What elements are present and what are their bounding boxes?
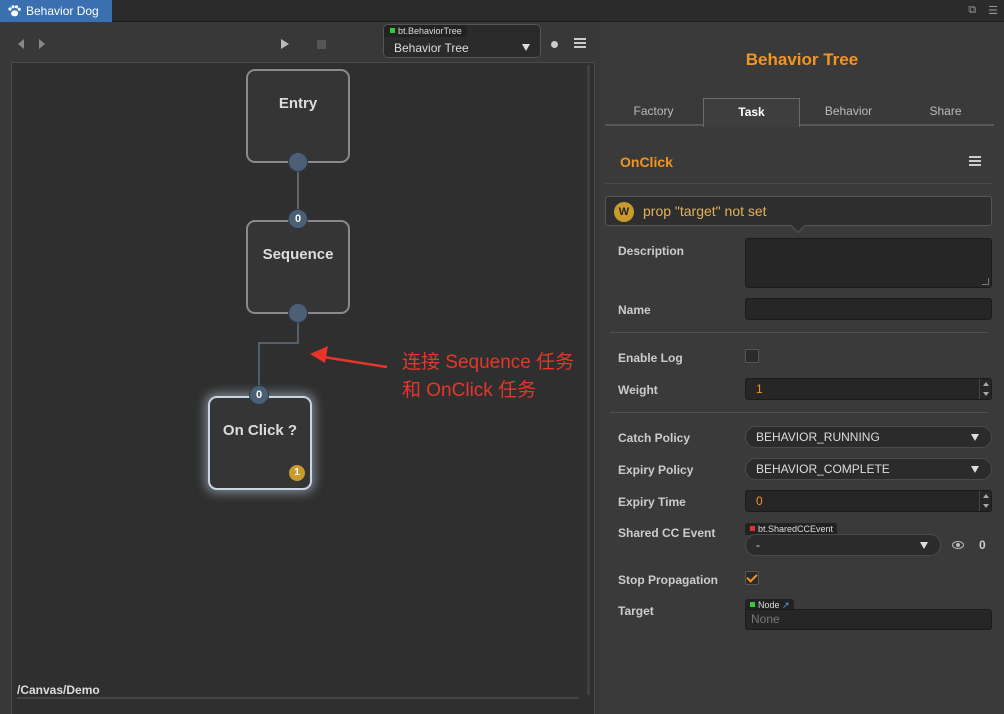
warning-icon: W xyxy=(614,202,634,222)
node-label: Sequence xyxy=(262,246,334,263)
divider xyxy=(610,412,987,413)
inspector-pane: Behavior Tree Factory Task Behavior Shar… xyxy=(600,22,1004,714)
weight-field[interactable]: 1 xyxy=(745,378,992,400)
weight-value: 1 xyxy=(756,382,763,396)
annotation-line: 和 OnClick 任务 xyxy=(402,380,537,401)
catch-policy-select[interactable]: BEHAVIOR_RUNNING xyxy=(745,426,992,448)
shared-event-select[interactable]: - xyxy=(745,534,941,556)
name-label: Name xyxy=(618,303,651,317)
window-controls: ⧉ ☰ xyxy=(968,4,998,17)
expiry-policy-select[interactable]: BEHAVIOR_COMPLETE xyxy=(745,458,992,480)
dropdown-arrow-icon xyxy=(971,434,979,441)
inspector-title: Behavior Tree xyxy=(745,50,859,69)
back-icon[interactable] xyxy=(18,39,24,49)
tab-share[interactable]: Share xyxy=(897,98,994,126)
tree-select-value: Behavior Tree xyxy=(394,41,469,55)
app-tab[interactable]: Behavior Dog xyxy=(0,0,112,22)
inspector-tabs: Factory Task Behavior Share xyxy=(605,98,994,127)
node-sequence[interactable]: Sequence xyxy=(246,220,350,314)
annotation-text: 连接 Sequence 任务 和 OnClick 任务 xyxy=(402,349,574,405)
node-label: On Click ? xyxy=(222,422,298,439)
graph-canvas[interactable]: Entry Sequence 0 On Click ? 1 0 连接 Seque… xyxy=(11,62,595,714)
annotation-arrow-line xyxy=(316,354,388,369)
tab-task[interactable]: Task xyxy=(703,98,800,127)
tree-select[interactable]: bt.BehaviorTree Behavior Tree xyxy=(383,24,541,58)
shared-event-value: - xyxy=(756,538,760,552)
node-on-click[interactable]: On Click ? 1 xyxy=(208,396,312,490)
popout-icon[interactable]: ⧉ xyxy=(968,4,976,17)
dropdown-arrow-icon xyxy=(971,466,979,473)
enable-log-checkbox[interactable] xyxy=(745,349,759,363)
node-badge: 1 xyxy=(289,465,305,481)
dropdown-arrow-icon xyxy=(920,542,928,549)
target-field[interactable]: None xyxy=(745,609,992,630)
eye-icon[interactable] xyxy=(952,541,964,549)
stop-propagation-checkbox[interactable] xyxy=(745,571,759,585)
editor-pane: bt.BehaviorTree Behavior Tree Entry Sequ… xyxy=(0,22,600,714)
description-label: Description xyxy=(618,244,685,258)
shared-event-label: Shared CC Event xyxy=(618,526,716,540)
enable-log-label: Enable Log xyxy=(618,351,683,365)
description-field[interactable] xyxy=(745,238,992,288)
paw-icon xyxy=(8,5,21,17)
node-entry[interactable]: Entry xyxy=(246,69,350,163)
play-icon[interactable] xyxy=(281,39,289,49)
menu-icon[interactable]: ☰ xyxy=(988,4,998,17)
app-tab-title: Behavior Dog xyxy=(26,4,99,18)
annotation-line: 连接 Sequence 任务 xyxy=(402,352,575,373)
stop-propagation-label: Stop Propagation xyxy=(618,573,718,587)
task-name: OnClick xyxy=(620,154,673,170)
target-label: Target xyxy=(618,604,654,618)
expiry-time-value: 0 xyxy=(756,494,763,508)
warning-message: W prop "target" not set xyxy=(605,196,992,226)
dropdown-arrow-icon xyxy=(522,44,530,51)
vertical-scrollbar[interactable] xyxy=(587,65,590,695)
stop-icon[interactable] xyxy=(317,40,326,49)
weight-label: Weight xyxy=(618,383,658,397)
tree-type-badge: bt.BehaviorTree xyxy=(384,25,467,37)
shared-event-count: 0 xyxy=(979,538,986,552)
task-header: OnClick xyxy=(605,146,991,184)
link-sequence-onclick xyxy=(258,321,299,388)
tab-behavior[interactable]: Behavior xyxy=(800,98,897,126)
task-menu-icon[interactable] xyxy=(969,156,981,168)
spinner-icon[interactable] xyxy=(979,491,991,511)
canvas-path: /Canvas/Demo xyxy=(17,683,100,697)
input-port[interactable]: 0 xyxy=(288,209,308,229)
warning-text: prop "target" not set xyxy=(643,203,767,219)
record-dot-icon[interactable] xyxy=(551,41,558,48)
name-field[interactable] xyxy=(745,298,992,320)
divider xyxy=(610,332,987,333)
editor-toolbar: bt.BehaviorTree Behavior Tree xyxy=(0,22,600,62)
expiry-time-label: Expiry Time xyxy=(618,495,686,509)
expiry-policy-label: Expiry Policy xyxy=(618,463,694,477)
catch-policy-value: BEHAVIOR_RUNNING xyxy=(756,430,880,444)
expiry-policy-value: BEHAVIOR_COMPLETE xyxy=(756,462,890,476)
node-label: Entry xyxy=(278,95,318,112)
expiry-time-field[interactable]: 0 xyxy=(745,490,992,512)
catch-policy-label: Catch Policy xyxy=(618,431,691,445)
horizontal-scrollbar[interactable] xyxy=(17,697,579,699)
spinner-icon[interactable] xyxy=(979,379,991,399)
annotation-arrowhead xyxy=(310,346,328,363)
forward-icon[interactable] xyxy=(39,39,45,49)
tab-factory[interactable]: Factory xyxy=(605,98,702,126)
output-port[interactable] xyxy=(288,303,308,323)
output-port[interactable] xyxy=(288,152,308,172)
toolbar-menu-icon[interactable] xyxy=(574,38,586,50)
input-port[interactable]: 0 xyxy=(249,385,269,405)
title-bar: Behavior Dog ⧉ ☰ xyxy=(0,0,1004,22)
